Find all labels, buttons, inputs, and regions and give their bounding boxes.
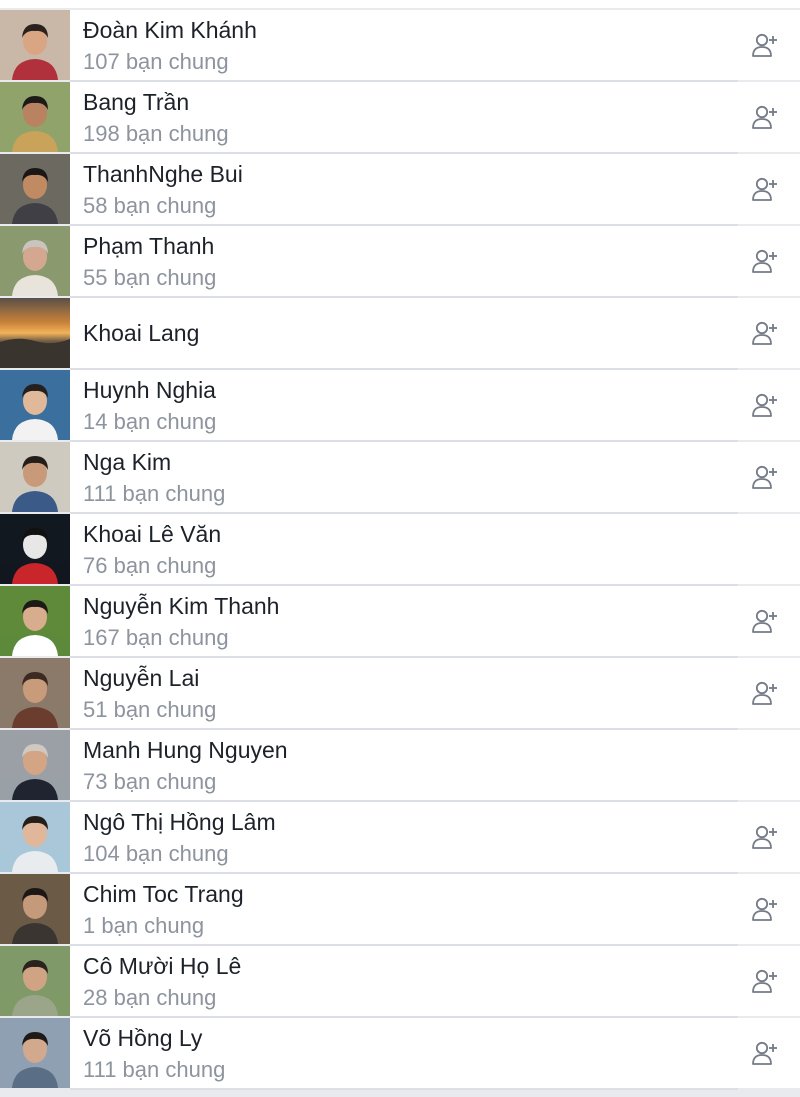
friend-suggestion-text: Manh Hung Nguyen 73 bạn chung [83, 730, 720, 800]
friend-suggestion-row[interactable]: Khoai Lang [0, 298, 800, 370]
friend-suggestion-row[interactable]: Võ Hồng Ly 111 bạn chung [0, 1018, 800, 1090]
avatar[interactable] [0, 1018, 70, 1088]
friend-suggestion-row[interactable]: Phạm Thanh 55 bạn chung [0, 226, 800, 298]
friend-name[interactable]: Khoai Lê Văn [83, 519, 221, 549]
friend-suggestion-text: Cô Mười Họ Lê 28 bạn chung [83, 946, 720, 1016]
avatar[interactable] [0, 298, 70, 368]
friend-name[interactable]: Bang Trần [83, 87, 189, 117]
friend-suggestion-row[interactable]: ThanhNghe Bui 58 bạn chung [0, 154, 800, 226]
add-friend-icon[interactable] [750, 678, 780, 708]
friend-suggestion-text: Nguyễn Kim Thanh 167 bạn chung [83, 586, 720, 656]
friend-suggestion-text: Võ Hồng Ly 111 bạn chung [83, 1018, 720, 1088]
avatar[interactable] [0, 82, 70, 152]
mutual-friends-count: 198 bạn chung [83, 121, 229, 146]
avatar[interactable] [0, 802, 70, 872]
friend-suggestion-row[interactable]: Manh Hung Nguyen 73 bạn chung [0, 730, 800, 802]
avatar[interactable] [0, 514, 70, 584]
mutual-friends-count: 111 bạn chung [83, 1057, 226, 1082]
friend-suggestion-row[interactable]: Nga Kim 111 bạn chung [0, 442, 800, 514]
add-friend-icon[interactable] [750, 30, 780, 60]
friend-suggestion-text: Nguyễn Lai 51 bạn chung [83, 658, 720, 728]
add-friend-icon[interactable] [750, 966, 780, 996]
friend-name[interactable]: Ngô Thị Hồng Lâm [83, 807, 276, 837]
mutual-friends-count: 107 bạn chung [83, 49, 229, 74]
friend-suggestion-text: Phạm Thanh 55 bạn chung [83, 226, 720, 296]
mutual-friends-count: 55 bạn chung [83, 265, 217, 290]
mutual-friends-count: 28 bạn chung [83, 985, 217, 1010]
add-friend-icon[interactable] [750, 822, 780, 852]
add-friend-icon[interactable] [750, 174, 780, 204]
friend-suggestion-text: Bang Trần 198 bạn chung [83, 82, 720, 152]
avatar[interactable] [0, 874, 70, 944]
avatar[interactable] [0, 10, 70, 80]
mutual-friends-count: 73 bạn chung [83, 769, 217, 794]
avatar[interactable] [0, 658, 70, 728]
friend-suggestion-row[interactable]: Khoai Lê Văn 76 bạn chung [0, 514, 800, 586]
avatar[interactable] [0, 730, 70, 800]
mutual-friends-count: 76 bạn chung [83, 553, 217, 578]
add-friend-icon[interactable] [750, 894, 780, 924]
friend-name[interactable]: Khoai Lang [83, 318, 199, 348]
friend-suggestion-text: Khoai Lang [83, 298, 720, 368]
friend-suggestion-row[interactable]: Chim Toc Trang 1 bạn chung [0, 874, 800, 946]
friend-suggestion-text: Chim Toc Trang 1 bạn chung [83, 874, 720, 944]
add-friend-icon[interactable] [750, 606, 780, 636]
avatar[interactable] [0, 226, 70, 296]
friend-suggestion-row[interactable]: Cô Mười Họ Lê 28 bạn chung [0, 946, 800, 1018]
mutual-friends-count: 1 bạn chung [83, 913, 205, 938]
friend-name[interactable]: Nga Kim [83, 447, 171, 477]
add-friend-icon[interactable] [750, 1038, 780, 1068]
add-friend-icon[interactable] [750, 462, 780, 492]
friend-suggestion-text: Huynh Nghia 14 bạn chung [83, 370, 720, 440]
list-top-edge [0, 0, 800, 8]
friend-suggestion-text: Khoai Lê Văn 76 bạn chung [83, 514, 720, 584]
avatar[interactable] [0, 442, 70, 512]
add-friend-icon[interactable] [750, 102, 780, 132]
friend-name[interactable]: Đoàn Kim Khánh [83, 15, 257, 45]
avatar[interactable] [0, 946, 70, 1016]
friend-name[interactable]: Nguyễn Kim Thanh [83, 591, 279, 621]
friend-name[interactable]: Nguyễn Lai [83, 663, 199, 693]
friend-name[interactable]: Phạm Thanh [83, 231, 214, 261]
friend-name[interactable]: Cô Mười Họ Lê [83, 951, 241, 981]
friend-suggestion-row[interactable]: Đoàn Kim Khánh 107 bạn chung [0, 10, 800, 82]
add-friend-icon[interactable] [750, 246, 780, 276]
mutual-friends-count: 167 bạn chung [83, 625, 229, 650]
friend-suggestion-text: Đoàn Kim Khánh 107 bạn chung [83, 10, 720, 80]
friend-suggestion-text: Nga Kim 111 bạn chung [83, 442, 720, 512]
friend-suggestion-row[interactable]: Huynh Nghia 14 bạn chung [0, 370, 800, 442]
friend-name[interactable]: ThanhNghe Bui [83, 159, 243, 189]
friend-suggestion-text: Ngô Thị Hồng Lâm 104 bạn chung [83, 802, 720, 872]
mutual-friends-count: 51 bạn chung [83, 697, 217, 722]
avatar[interactable] [0, 154, 70, 224]
avatar[interactable] [0, 586, 70, 656]
friend-suggestion-text: ThanhNghe Bui 58 bạn chung [83, 154, 720, 224]
mutual-friends-count: 111 bạn chung [83, 481, 226, 506]
friend-suggestion-list: Đoàn Kim Khánh 107 bạn chung Bang Trần 198 … [0, 10, 800, 1090]
mutual-friends-count: 58 bạn chung [83, 193, 217, 218]
friend-suggestion-row[interactable]: Ngô Thị Hồng Lâm 104 bạn chung [0, 802, 800, 874]
avatar[interactable] [0, 370, 70, 440]
friend-name[interactable]: Manh Hung Nguyen [83, 735, 288, 765]
friend-name[interactable]: Võ Hồng Ly [83, 1023, 202, 1053]
add-friend-icon[interactable] [750, 318, 780, 348]
mutual-friends-count: 14 bạn chung [83, 409, 217, 434]
friend-suggestion-row[interactable]: Nguyễn Kim Thanh 167 bạn chung [0, 586, 800, 658]
friend-name[interactable]: Chim Toc Trang [83, 879, 244, 909]
friend-name[interactable]: Huynh Nghia [83, 375, 216, 405]
friend-suggestion-row[interactable]: Bang Trần 198 bạn chung [0, 82, 800, 154]
add-friend-icon[interactable] [750, 390, 780, 420]
friend-suggestion-row[interactable]: Nguyễn Lai 51 bạn chung [0, 658, 800, 730]
mutual-friends-count: 104 bạn chung [83, 841, 229, 866]
